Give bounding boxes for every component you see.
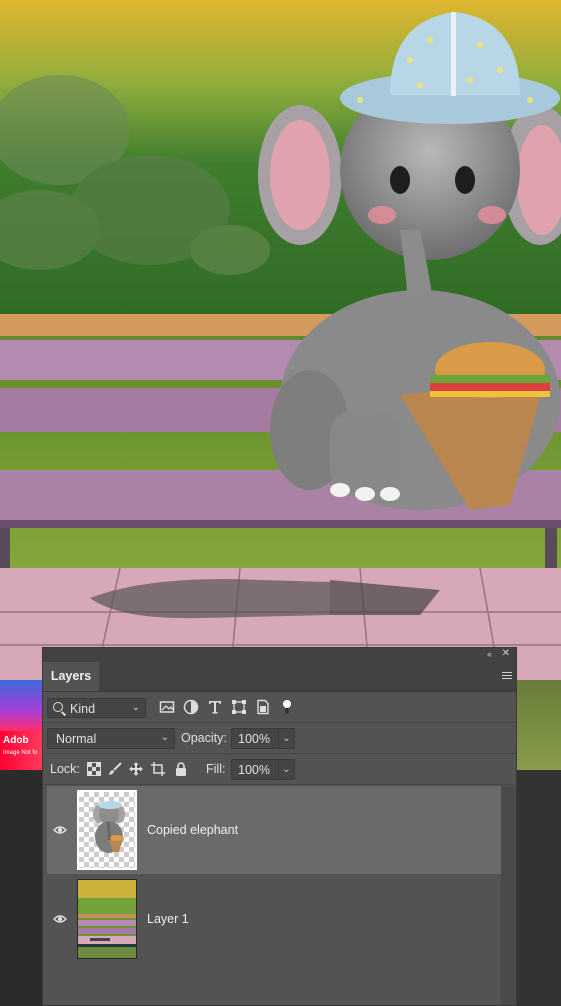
filter-row: Kind ⌄ <box>43 692 516 723</box>
fill-input[interactable]: 100% ⌄ <box>231 759 295 780</box>
opacity-dropdown-icon[interactable]: ⌄ <box>278 729 294 748</box>
park-bench-thumbnail <box>78 880 136 958</box>
fill-value: 100% <box>238 763 270 777</box>
watermark-subtitle: Image Not fo <box>3 750 38 756</box>
lock-position-icon[interactable] <box>129 762 143 776</box>
eye-icon[interactable] <box>53 825 67 835</box>
chevron-down-icon: ⌄ <box>160 732 169 743</box>
type-filter-icon[interactable] <box>207 699 223 715</box>
filter-toggle-icon[interactable] <box>279 699 295 715</box>
opacity-label: Opacity: <box>181 731 227 745</box>
shape-filter-icon[interactable] <box>231 699 247 715</box>
canvas-left-band <box>0 680 42 731</box>
filter-kind-label: Kind <box>70 702 96 716</box>
collapse-panel-icon[interactable]: « <box>487 649 492 659</box>
layer-row-layer-1[interactable]: Layer 1 <box>47 875 501 963</box>
layer-thumbnail <box>77 879 137 959</box>
layer-name[interactable]: Copied elephant <box>147 823 238 837</box>
blend-mode-select[interactable]: Normal ⌄ <box>47 728 175 749</box>
layer-thumbnail <box>77 790 137 870</box>
lock-image-pixels-icon[interactable] <box>108 762 122 776</box>
lock-transparent-pixels-icon[interactable] <box>87 762 101 776</box>
tab-layers[interactable]: Layers <box>43 662 99 691</box>
eye-icon[interactable] <box>53 914 67 924</box>
panel-title-bar: « ✕ <box>43 648 516 662</box>
opacity-input[interactable]: 100% ⌄ <box>231 728 295 749</box>
lock-label: Lock: <box>50 762 80 776</box>
smart-object-filter-icon[interactable] <box>255 699 271 715</box>
canvas-right-band <box>517 680 561 770</box>
watermark-title: Adob <box>3 735 29 746</box>
layers-scrollbar[interactable] <box>501 786 516 1005</box>
blend-mode-value: Normal <box>56 732 97 746</box>
panel-menu-icon[interactable] <box>502 672 512 680</box>
search-icon <box>53 702 63 712</box>
layer-name[interactable]: Layer 1 <box>147 912 189 926</box>
layer-row-copied-elephant[interactable]: Copied elephant <box>47 786 501 874</box>
fill-label: Fill: <box>206 762 226 776</box>
blend-row: Normal ⌄ Opacity: 100% ⌄ <box>43 723 516 754</box>
elephant-thumbnail <box>93 801 125 853</box>
adobe-watermark: Adob Image Not fo <box>0 731 42 770</box>
lock-all-icon[interactable] <box>174 762 188 776</box>
fill-dropdown-icon[interactable]: ⌄ <box>278 760 294 779</box>
workspace-right-gutter <box>517 770 561 1006</box>
chevron-down-icon: ⌄ <box>131 702 140 713</box>
lock-row: Lock: Fill: 100% ⌄ <box>43 754 516 785</box>
image-filter-icon[interactable] <box>159 699 175 715</box>
filter-kind-select[interactable]: Kind ⌄ <box>47 698 146 718</box>
adjustment-filter-icon[interactable] <box>183 699 199 715</box>
lock-artboard-icon[interactable] <box>151 762 165 776</box>
panel-tab-row: Layers <box>43 662 516 692</box>
opacity-value: 100% <box>238 732 270 746</box>
layers-panel: « ✕ Layers Kind ⌄ Normal ⌄ Opacity: 100% <box>42 647 517 1006</box>
close-panel-icon[interactable]: ✕ <box>502 648 510 659</box>
